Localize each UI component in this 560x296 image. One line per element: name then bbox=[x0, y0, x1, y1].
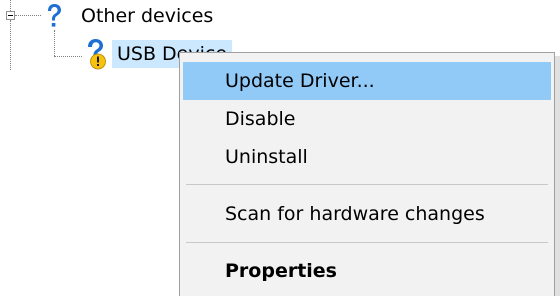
tree-connector-line bbox=[54, 56, 82, 57]
tree-connector-line bbox=[10, 0, 11, 11]
tree-connector-line bbox=[54, 30, 55, 56]
menu-item-update-driver[interactable]: Update Driver... bbox=[183, 62, 551, 100]
menu-item-uninstall[interactable]: Uninstall bbox=[183, 138, 551, 176]
menu-separator bbox=[186, 184, 548, 185]
context-menu: Update Driver... Disable Uninstall Scan … bbox=[179, 52, 555, 296]
menu-separator bbox=[186, 242, 548, 243]
tree-category-other-devices[interactable]: Other devices bbox=[81, 3, 213, 29]
collapse-toggle[interactable] bbox=[6, 11, 15, 20]
menu-item-properties[interactable]: Properties bbox=[183, 252, 551, 290]
unknown-device-warning-icon bbox=[88, 39, 106, 70]
menu-item-disable[interactable]: Disable bbox=[183, 100, 551, 138]
tree-connector-line bbox=[15, 15, 41, 16]
menu-item-scan-for-hardware-changes[interactable]: Scan for hardware changes bbox=[183, 195, 551, 233]
tree-connector-line bbox=[10, 20, 11, 70]
question-mark-icon bbox=[48, 4, 61, 27]
